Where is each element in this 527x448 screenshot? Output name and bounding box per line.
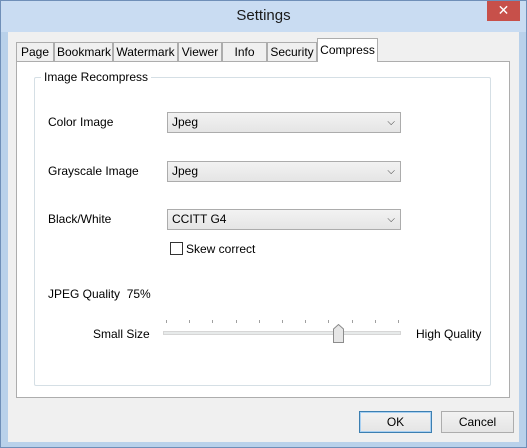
tab-watermark[interactable]: Watermark bbox=[113, 42, 178, 61]
slider-tick bbox=[305, 320, 306, 323]
group-title: Image Recompress bbox=[41, 70, 152, 84]
jpeg-quality-slider[interactable] bbox=[163, 314, 401, 344]
slider-tick bbox=[166, 320, 167, 323]
ok-button[interactable]: OK bbox=[359, 411, 432, 433]
slider-tick bbox=[282, 320, 283, 323]
black-white-value: CCITT G4 bbox=[172, 212, 227, 226]
image-recompress-group: Image Recompress Color Image Jpeg ⌵ Gray… bbox=[34, 70, 491, 386]
tab-info[interactable]: Info bbox=[222, 42, 267, 61]
black-white-label: Black/White bbox=[48, 212, 112, 226]
color-image-label: Color Image bbox=[48, 115, 114, 129]
tab-compress[interactable]: Compress bbox=[317, 38, 378, 62]
chevron-down-icon: ⌵ bbox=[387, 117, 395, 128]
skew-correct-label[interactable]: Skew correct bbox=[186, 242, 255, 256]
slider-track bbox=[163, 331, 401, 335]
jpeg-quality-value: 75% bbox=[126, 287, 151, 301]
grayscale-image-select[interactable]: Jpeg ⌵ bbox=[167, 161, 401, 182]
slider-tick bbox=[212, 320, 213, 323]
window-title: Settings bbox=[236, 7, 291, 24]
slider-tick bbox=[259, 320, 260, 323]
close-icon: ✕ bbox=[497, 2, 510, 18]
chevron-down-icon: ⌵ bbox=[387, 214, 395, 225]
tab-viewer[interactable]: Viewer bbox=[178, 42, 222, 61]
cancel-button[interactable]: Cancel bbox=[441, 411, 514, 433]
tab-page[interactable]: Page bbox=[16, 42, 54, 61]
slider-tick bbox=[375, 320, 376, 323]
skew-correct-checkbox[interactable] bbox=[170, 242, 183, 255]
slider-thumb-icon[interactable] bbox=[333, 324, 344, 343]
slider-max-label: High Quality bbox=[416, 327, 482, 341]
color-image-value: Jpeg bbox=[172, 115, 199, 129]
black-white-select[interactable]: CCITT G4 ⌵ bbox=[167, 209, 401, 230]
chevron-down-icon: ⌵ bbox=[387, 166, 395, 177]
slider-tick bbox=[328, 320, 329, 323]
grayscale-image-label: Grayscale Image bbox=[48, 164, 139, 178]
dialog-body: Page Bookmark Watermark Viewer Info Secu… bbox=[8, 32, 519, 442]
color-image-select[interactable]: Jpeg ⌵ bbox=[167, 112, 401, 133]
tab-bookmark[interactable]: Bookmark bbox=[54, 42, 113, 61]
grayscale-image-value: Jpeg bbox=[172, 164, 199, 178]
title-bar[interactable]: Settings ✕ bbox=[1, 1, 526, 32]
slider-tick bbox=[398, 320, 399, 323]
close-button[interactable]: ✕ bbox=[487, 1, 520, 21]
slider-min-label: Small Size bbox=[93, 327, 150, 341]
slider-tick bbox=[352, 320, 353, 323]
slider-tick bbox=[189, 320, 190, 323]
tab-security[interactable]: Security bbox=[267, 42, 317, 61]
settings-window: Settings ✕ Page Bookmark Watermark Viewe… bbox=[0, 0, 527, 448]
jpeg-quality-label: JPEG Quality 75% bbox=[48, 287, 151, 301]
slider-tick bbox=[236, 320, 237, 323]
compress-panel: Image Recompress Color Image Jpeg ⌵ Gray… bbox=[16, 61, 510, 398]
